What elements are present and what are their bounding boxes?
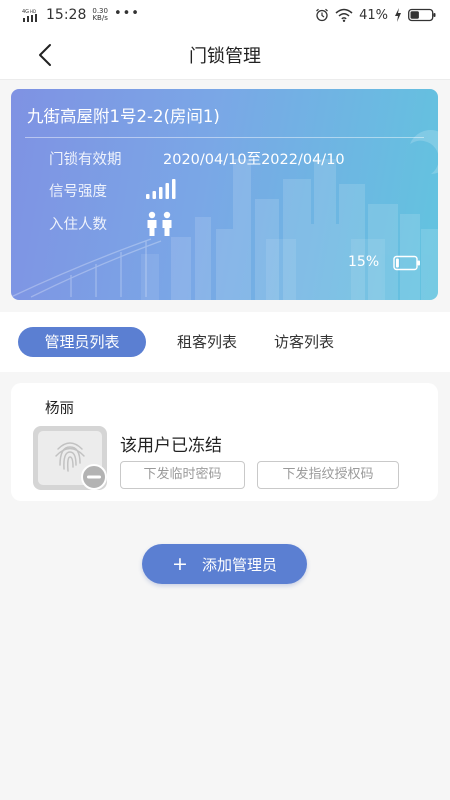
more-notifications-icon: •••: [113, 5, 140, 21]
signal-strength-label: 信号强度: [49, 184, 107, 200]
status-bar-left: 4G HD 15:28 0.30 KB/s •••: [22, 5, 140, 24]
lock-validity-value: 2020/04/10至2022/04/10: [163, 152, 345, 168]
alarm-clock-icon: [316, 8, 328, 22]
svg-text:HD: HD: [30, 9, 36, 14]
charging-icon: [395, 8, 401, 22]
lock-validity-label: 门锁有效期: [49, 152, 122, 168]
status-bar-right: 41%: [315, 8, 436, 23]
battery-icon: [408, 8, 436, 22]
status-time: 15:28: [46, 7, 87, 23]
page-title: 门锁管理: [189, 45, 261, 67]
room-name: 九街高屋附1号2-2(房间1): [27, 107, 220, 126]
svg-text:4G: 4G: [22, 9, 29, 15]
signal-bar: [165, 183, 169, 199]
signal-bar: [152, 191, 156, 199]
frozen-fingerprint-icon: [33, 426, 107, 490]
lock-info-card: 九街高屋附1号2-2(房间1) 门锁有效期 2020/04/10至2022/04…: [11, 89, 438, 300]
occupants-icon: [147, 211, 172, 236]
issue-temp-password-button[interactable]: 下发临时密码: [120, 461, 245, 489]
network-speed: 0.30 KB/s: [92, 8, 108, 22]
admin-list-item: 杨丽 该用户已冻结 下发临时密码 下发指纹授权码: [11, 383, 438, 501]
lock-battery-icon: [393, 255, 420, 271]
app-header: 门锁管理: [0, 30, 450, 80]
issue-fingerprint-code-button[interactable]: 下发指纹授权码: [257, 461, 399, 489]
admin-status-frozen: 该用户已冻结: [120, 436, 222, 456]
occupants-label: 入住人数: [49, 217, 107, 233]
admin-name: 杨丽: [45, 401, 74, 417]
battery-percent: 41%: [359, 7, 388, 23]
tab-visitor-list[interactable]: 访客列表: [261, 327, 347, 357]
plus-icon: +: [172, 552, 188, 575]
back-button[interactable]: [30, 38, 64, 72]
wifi-icon: [335, 8, 353, 22]
card-divider: [25, 137, 424, 138]
signal-bar: [172, 179, 176, 199]
signal-bar: [146, 194, 150, 199]
chevron-left-icon: [39, 44, 51, 66]
status-bar: 4G HD 15:28 0.30 KB/s ••• 41%: [0, 0, 450, 30]
add-admin-label: 添加管理员: [201, 555, 277, 574]
add-admin-button[interactable]: + 添加管理员: [142, 544, 307, 584]
lock-battery-percent: 15%: [348, 254, 380, 270]
tab-tenant-list[interactable]: 租客列表: [164, 327, 250, 357]
tab-admin-list[interactable]: 管理员列表: [18, 327, 146, 357]
network-speed-unit: KB/s: [92, 14, 108, 22]
signal-bar: [159, 187, 163, 199]
cellular-signal-icon: 4G HD: [22, 9, 37, 22]
list-tabs: 管理员列表 租客列表 访客列表: [0, 312, 450, 372]
signal-strength-icon: [146, 179, 176, 199]
